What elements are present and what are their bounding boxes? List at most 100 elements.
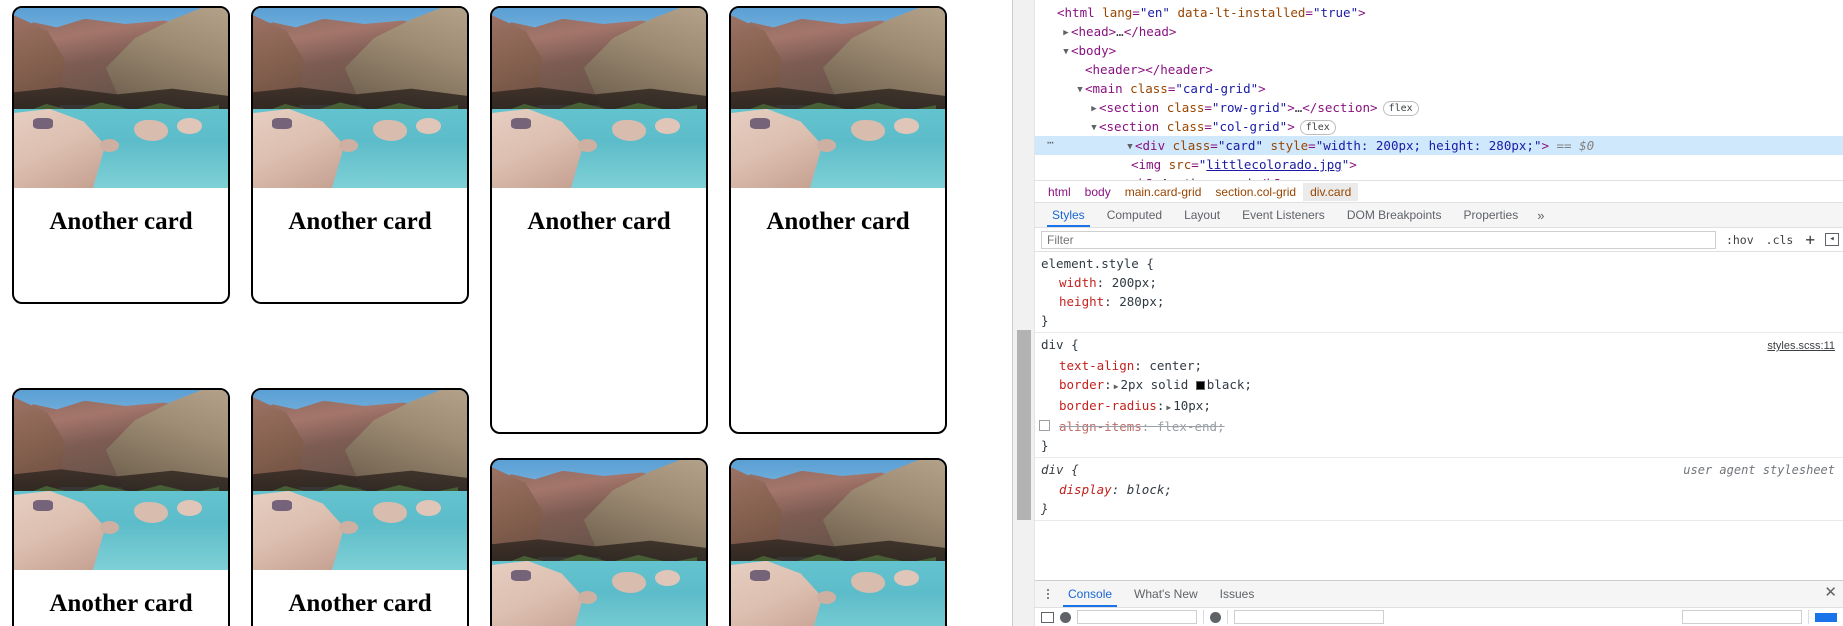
console-level-selector[interactable]	[1682, 610, 1802, 624]
console-toolbar	[1035, 607, 1843, 626]
card-image-littlecolorado	[253, 8, 467, 188]
canyon-photo	[253, 390, 467, 570]
rule-origin-user-agent: user agent stylesheet	[1683, 463, 1835, 477]
dom-node-body[interactable]: ▼ <body>	[1035, 41, 1843, 60]
dom-node-section-row-grid[interactable]: ▶ <section class="row-grid">…</section> fl…	[1035, 98, 1843, 117]
h2-text: Another card	[1161, 176, 1251, 180]
computed-sidebar-toggle-icon[interactable]: ◂	[1825, 233, 1839, 246]
canyon-photo	[731, 460, 945, 626]
card-image-littlecolorado	[14, 390, 228, 570]
dom-node-head[interactable]: ▶ <head>…</head>	[1035, 22, 1843, 41]
drawer-tab-console[interactable]: Console	[1057, 581, 1123, 607]
card-image-littlecolorado	[492, 460, 706, 626]
declaration-width[interactable]: width: 200px;	[1041, 273, 1835, 292]
card[interactable]: Another card	[12, 6, 230, 304]
toolbar-divider	[1203, 610, 1204, 624]
card[interactable]: Another card	[729, 6, 947, 434]
drawer-more-options-icon[interactable]	[1039, 581, 1057, 607]
hov-toggle-button[interactable]: :hov	[1724, 233, 1756, 247]
card-image-littlecolorado	[492, 8, 706, 188]
declaration-border-radius[interactable]: border-radius: ▶ 10px;	[1041, 396, 1835, 417]
declaration-align-items-disabled[interactable]: align-items: flex-end;	[1039, 417, 1835, 436]
console-sidebar-icon[interactable]	[1041, 611, 1054, 623]
dom-node-header[interactable]: <header></header>	[1035, 60, 1843, 79]
declaration-checkbox[interactable]	[1039, 420, 1050, 431]
card-heading: Another card	[49, 590, 193, 617]
tab-styles[interactable]: Styles	[1041, 203, 1096, 227]
dom-node-section-col-grid[interactable]: ▼ <section class="col-grid"> flex	[1035, 117, 1843, 136]
dom-tree[interactable]: ▼<html lang="en" data-lt-installed="true…	[1035, 0, 1843, 180]
rule-close-brace: }	[1041, 313, 1049, 328]
rendered-web-page: Another card Another card Another card A…	[0, 0, 1012, 626]
card-selected[interactable]: Another card	[490, 6, 708, 434]
flex-badge[interactable]: flex	[1382, 101, 1419, 116]
tag-name: html	[1064, 5, 1095, 20]
devtools-scrollbar-track[interactable]	[1013, 0, 1035, 626]
img-src-link[interactable]: littlecolorado.jpg	[1206, 157, 1341, 172]
rule-selector[interactable]: div {	[1041, 335, 1079, 354]
clear-console-icon[interactable]	[1060, 611, 1071, 623]
execution-context-selector[interactable]	[1077, 610, 1197, 624]
card[interactable]: Another card	[490, 458, 708, 626]
rule-origin-link[interactable]: styles.scss:11	[1767, 337, 1835, 356]
toolbar-divider	[1808, 610, 1809, 624]
style-rule-div-user-agent[interactable]: div { user agent stylesheet display: blo…	[1035, 458, 1843, 521]
card[interactable]: Another card	[251, 388, 469, 626]
expand-shorthand-icon[interactable]: ▶	[1112, 382, 1121, 391]
tab-event-listeners[interactable]: Event Listeners	[1231, 203, 1336, 227]
console-settings-icon[interactable]	[1815, 612, 1837, 622]
more-tabs-icon[interactable]: »	[1529, 203, 1552, 227]
tab-dom-breakpoints[interactable]: DOM Breakpoints	[1336, 203, 1453, 227]
card[interactable]: Another card	[12, 388, 230, 626]
styles-rules-pane[interactable]: element.style { width: 200px; height: 28…	[1035, 252, 1843, 580]
dom-node-img[interactable]: <img src="littlecolorado.jpg">	[1035, 155, 1843, 174]
canyon-photo	[14, 390, 228, 570]
screenshot-root: Another card Another card Another card A…	[0, 0, 1843, 626]
card-heading: Another card	[49, 208, 193, 235]
cls-toggle-button[interactable]: .cls	[1764, 233, 1796, 247]
expand-ellipsis-icon[interactable]: ⋯	[1047, 137, 1062, 151]
declaration-height[interactable]: height: 280px;	[1041, 292, 1835, 311]
flex-badge[interactable]: flex	[1299, 120, 1336, 135]
breadcrumb-item-body[interactable]: body	[1078, 183, 1118, 201]
breadcrumb: html body main.card-grid section.col-gri…	[1035, 180, 1843, 202]
dom-node-h2[interactable]: <h2>Another card</h2>	[1035, 174, 1843, 180]
dom-node-div-card-selected[interactable]: ⋯ ▼ <div class="card" style="width: 200px…	[1035, 136, 1843, 155]
devtools-panel: ▼<html lang="en" data-lt-installed="true…	[1012, 0, 1843, 626]
styles-filter-bar: :hov .cls + ◂	[1035, 228, 1843, 252]
canyon-photo	[253, 8, 467, 188]
tab-computed[interactable]: Computed	[1096, 203, 1173, 227]
color-swatch-black[interactable]	[1195, 381, 1205, 390]
selected-element-marker: == $0	[1556, 138, 1595, 153]
declaration-text-align[interactable]: text-align: center;	[1041, 356, 1835, 375]
breadcrumb-item-section-col-grid[interactable]: section.col-grid	[1208, 183, 1303, 201]
tab-layout[interactable]: Layout	[1173, 203, 1231, 227]
drawer-tab-issues[interactable]: Issues	[1209, 581, 1266, 607]
style-rule-div-author[interactable]: div { styles.scss:11 text-align: center;…	[1035, 333, 1843, 458]
rule-close-brace: }	[1041, 438, 1049, 453]
dom-node-html[interactable]: ▼<html lang="en" data-lt-installed="true…	[1035, 3, 1843, 22]
card[interactable]: Another card	[729, 458, 947, 626]
style-rule-element-style[interactable]: element.style { width: 200px; height: 28…	[1035, 252, 1843, 333]
dom-node-main[interactable]: ▼ <main class="card-grid">	[1035, 79, 1843, 98]
expand-shorthand-icon[interactable]: ▶	[1164, 403, 1173, 412]
console-filter-icon[interactable]	[1210, 611, 1221, 623]
breadcrumb-item-main-card-grid[interactable]: main.card-grid	[1118, 183, 1209, 201]
breadcrumb-item-div-card[interactable]: div.card	[1303, 182, 1359, 201]
card-heading: Another card	[288, 590, 432, 617]
breadcrumb-item-html[interactable]: html	[1041, 183, 1078, 201]
declaration-border[interactable]: border: ▶ 2px solid black;	[1041, 375, 1835, 396]
filter-input[interactable]	[1041, 230, 1716, 249]
close-drawer-icon[interactable]: ✕	[1824, 585, 1837, 600]
toolbar-divider	[1227, 610, 1228, 624]
tab-properties[interactable]: Properties	[1453, 203, 1530, 227]
drawer-tab-bar: Console What's New Issues ✕	[1035, 581, 1843, 607]
declaration-display: display: block;	[1059, 482, 1172, 497]
card-image-littlecolorado	[14, 8, 228, 188]
devtools-scrollbar-thumb[interactable]	[1017, 330, 1031, 520]
new-style-rule-button[interactable]: +	[1803, 231, 1817, 247]
card-image-littlecolorado	[731, 460, 945, 626]
console-filter-input[interactable]	[1234, 610, 1384, 624]
card[interactable]: Another card	[251, 6, 469, 304]
drawer-tab-whats-new[interactable]: What's New	[1123, 581, 1209, 607]
